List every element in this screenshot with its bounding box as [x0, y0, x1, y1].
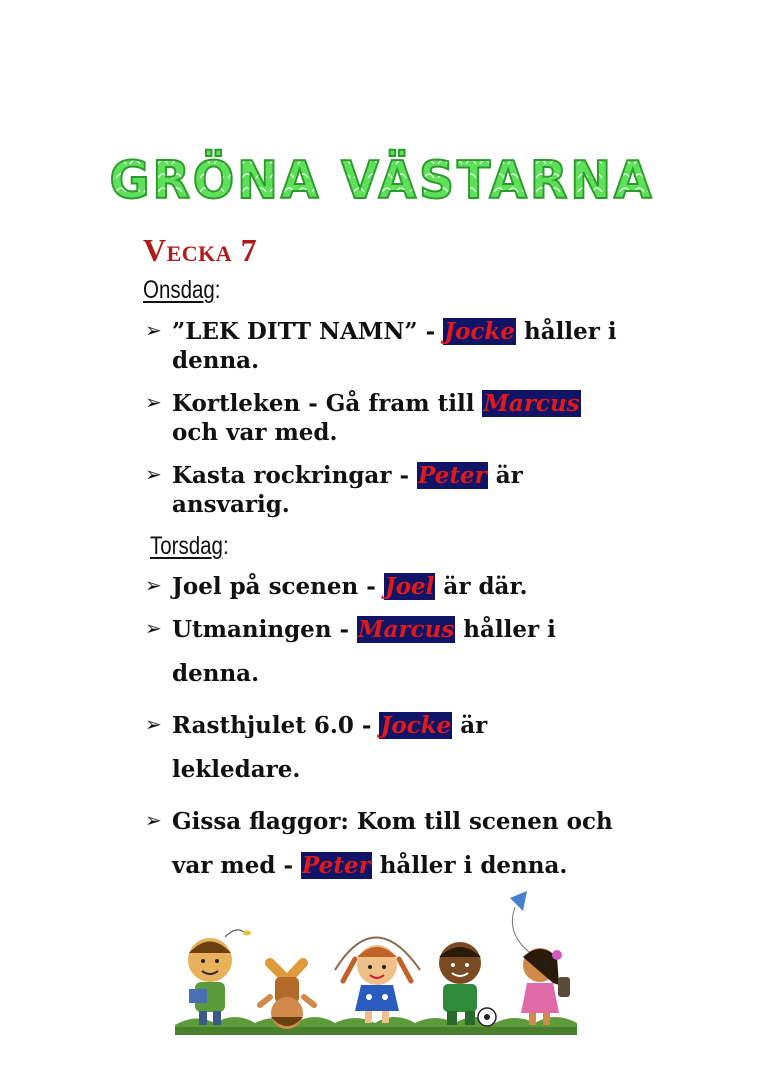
list-item-line2: lekledare. — [172, 756, 301, 783]
list-item-line1: Joel på scenen - Joel är där. — [172, 573, 528, 600]
arrowhead-bullet-icon: ➢ — [145, 573, 162, 597]
list-item-line1: Rasthjulet 6.0 - Jocke är — [172, 712, 488, 739]
day-label: Onsdag — [143, 276, 215, 304]
child-figure — [188, 929, 251, 1025]
person-name-highlight: Marcus — [357, 616, 456, 643]
child-figure — [510, 891, 570, 1025]
title-banner: GRÖNA VÄSTARNA — [100, 140, 665, 220]
person-name-highlight: Jocke — [379, 712, 453, 739]
list-item-line1: Kortleken - Gå fram till Marcus — [172, 390, 581, 417]
list-item-line2: denna. — [172, 660, 260, 687]
title-text: GRÖNA VÄSTARNA — [110, 149, 655, 211]
person-name-highlight: Joel — [383, 573, 436, 600]
arrowhead-bullet-icon: ➢ — [145, 616, 162, 640]
day-colon: : — [214, 276, 221, 304]
child-figure — [439, 942, 497, 1027]
person-name-highlight: Marcus — [482, 390, 581, 417]
list-item-line2: var med - Peter håller i denna. — [172, 852, 568, 879]
day-label: Torsdag — [150, 532, 223, 560]
person-name-highlight: Jocke — [443, 318, 516, 345]
person-name-highlight: Peter — [301, 852, 372, 879]
arrowhead-bullet-icon: ➢ — [145, 462, 162, 486]
person-name-highlight: Peter — [417, 462, 488, 489]
list-item-line2: denna. — [172, 347, 260, 374]
list-item-line1: Kasta rockringar - Peter är — [172, 462, 523, 489]
arrowhead-bullet-icon: ➢ — [145, 390, 162, 414]
list-item-line1: Gissa flaggor: Kom till scenen och — [172, 808, 613, 835]
day-heading-torsdag: Torsdag: — [150, 532, 229, 561]
week-heading: Vecka 7 — [143, 232, 258, 268]
arrowhead-bullet-icon: ➢ — [145, 318, 162, 342]
day-heading-onsdag: Onsdag: — [143, 276, 221, 305]
list-item-line2: och var med. — [172, 419, 338, 446]
day-colon: : — [222, 532, 229, 560]
title-banner-graphic: GRÖNA VÄSTARNA — [109, 148, 655, 212]
list-item-line1: Utmaningen - Marcus håller i — [172, 616, 556, 643]
child-figure — [334, 936, 421, 1023]
list-item-line2: ansvarig. — [172, 491, 290, 518]
arrowhead-bullet-icon: ➢ — [145, 712, 162, 736]
list-item-line1: ”LEK DITT NAMN” - Jocke håller i — [172, 318, 617, 345]
children-playing-illustration — [175, 885, 577, 1035]
arrowhead-bullet-icon: ➢ — [145, 808, 162, 832]
